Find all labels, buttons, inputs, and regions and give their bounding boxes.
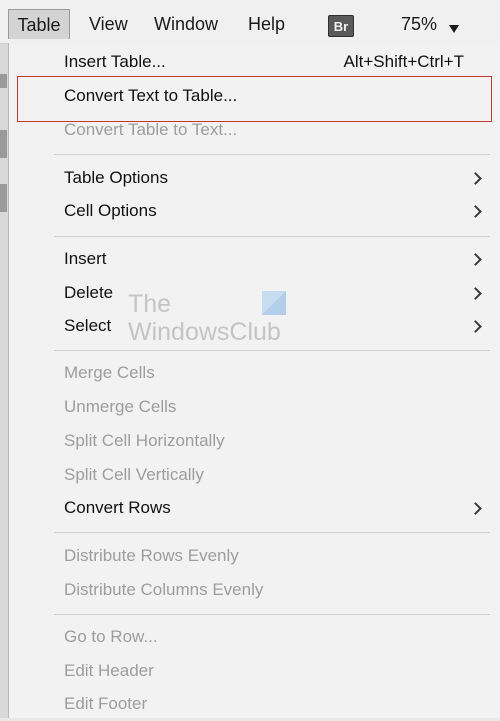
menu-bar: Table View Window Help Br 75%	[0, 0, 500, 44]
menu-item-label: Split Cell Horizontally	[64, 431, 225, 450]
menu-item-label: Split Cell Vertically	[64, 465, 204, 484]
menu-item-label: Go to Row...	[64, 627, 158, 646]
menu-item-edit-footer: Edit Footer	[9, 687, 500, 721]
menu-item-label: Delete	[64, 283, 114, 302]
menu-item-edit-header: Edit Header	[9, 654, 500, 688]
document-mark	[0, 130, 7, 158]
menu-table[interactable]: Table	[8, 9, 70, 39]
menu-item-label: Edit Footer	[64, 694, 148, 713]
menu-item-distribute-columns-evenly: Distribute Columns Evenly	[9, 573, 500, 607]
watermark-line2: WindowsClub	[128, 318, 281, 346]
menu-item-unmerge-cells: Unmerge Cells	[9, 390, 500, 424]
windows-logo-icon	[262, 291, 286, 315]
menu-separator	[54, 614, 490, 615]
menu-separator	[54, 532, 490, 533]
menu-separator	[54, 236, 490, 237]
menu-item-label: Convert Rows	[64, 498, 171, 517]
menu-item-insert[interactable]: Insert	[9, 242, 500, 276]
menu-item-label: Unmerge Cells	[64, 397, 177, 416]
menu-separator	[54, 154, 490, 155]
menu-item-label: Select	[64, 316, 112, 335]
document-mark	[0, 184, 7, 212]
chevron-right-icon	[469, 320, 482, 333]
menu-item-label: Cell Options	[64, 201, 157, 220]
menu-window[interactable]: Window	[154, 9, 218, 39]
menu-view[interactable]: View	[89, 9, 128, 39]
menu-item-label: Distribute Columns Evenly	[64, 580, 264, 599]
menu-item-table-options[interactable]: Table Options	[9, 161, 500, 195]
caret-down-icon[interactable]	[449, 25, 459, 33]
menu-separator	[54, 350, 490, 351]
document-edge	[0, 44, 8, 718]
watermark: The WindowsClub	[128, 290, 298, 350]
menu-item-distribute-rows-evenly: Distribute Rows Evenly	[9, 539, 500, 573]
chevron-right-icon	[469, 205, 482, 218]
chevron-right-icon	[469, 172, 482, 185]
menu-item-label: Table Options	[64, 168, 168, 187]
chevron-right-icon	[469, 287, 482, 300]
shortcut-label: Alt+Shift+Ctrl+T	[343, 52, 464, 71]
menu-item-label: Insert Table...	[64, 52, 166, 71]
menu-item-split-cell-vertically: Split Cell Vertically	[9, 458, 500, 492]
document-mark	[0, 74, 7, 88]
menu-item-label: Merge Cells	[64, 363, 155, 382]
bridge-button[interactable]: Br	[328, 15, 354, 37]
chevron-right-icon	[469, 502, 482, 515]
menu-help[interactable]: Help	[248, 9, 285, 39]
menu-item-label: Insert	[64, 249, 107, 268]
menu-item-label: Distribute Rows Evenly	[64, 546, 239, 565]
zoom-level[interactable]: 75%	[401, 9, 437, 39]
menu-item-split-cell-horizontally: Split Cell Horizontally	[9, 424, 500, 458]
menu-item-convert-rows[interactable]: Convert Rows	[9, 491, 500, 525]
menu-item-go-to-row: Go to Row...	[9, 620, 500, 654]
menu-item-label: Edit Header	[64, 661, 154, 680]
menu-item-insert-table[interactable]: Insert Table... Alt+Shift+Ctrl+T	[9, 45, 500, 79]
table-dropdown-menu: Insert Table... Alt+Shift+Ctrl+T Convert…	[8, 43, 500, 718]
chevron-right-icon	[469, 253, 482, 266]
menu-item-merge-cells: Merge Cells	[9, 356, 500, 390]
menu-item-cell-options[interactable]: Cell Options	[9, 194, 500, 228]
highlight-box	[17, 76, 492, 122]
